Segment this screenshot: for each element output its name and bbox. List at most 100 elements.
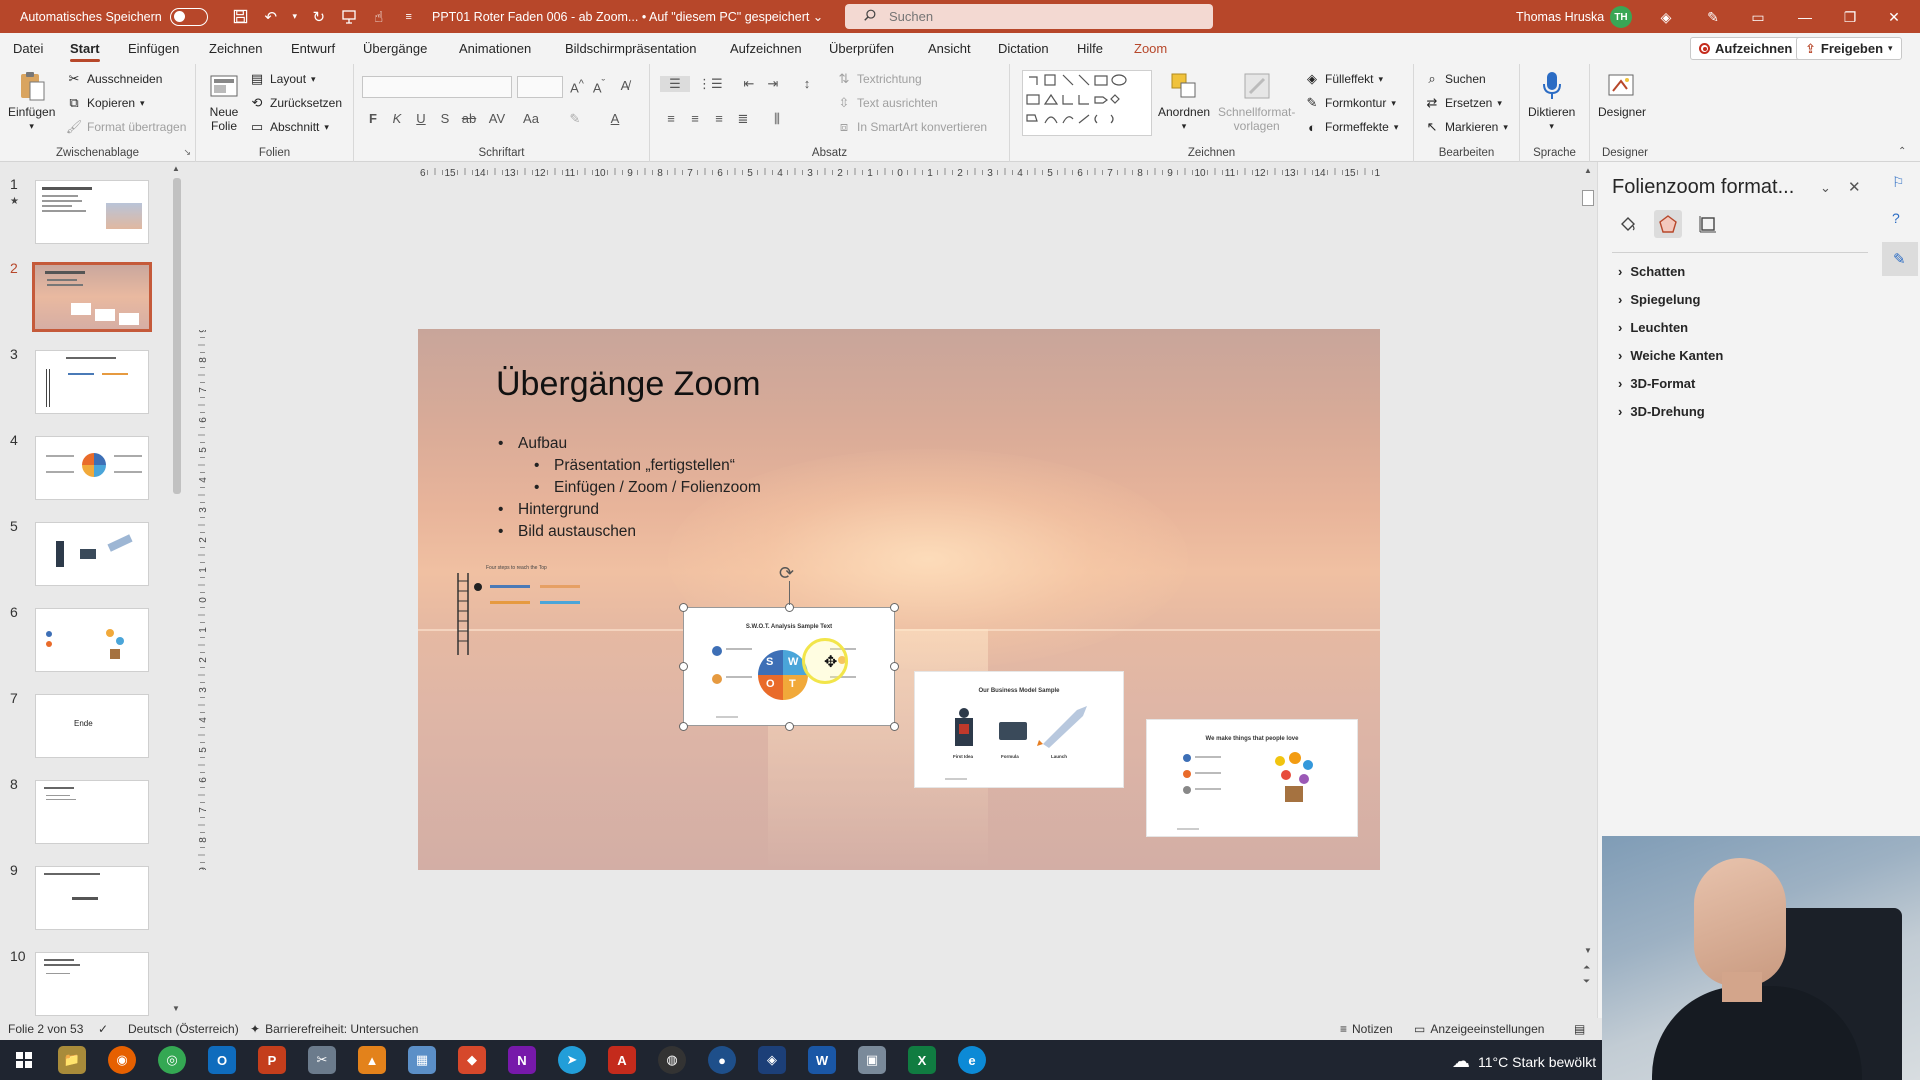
close-icon[interactable]: ✕ bbox=[1884, 7, 1904, 27]
file-explorer-icon[interactable]: 📁 bbox=[58, 1046, 86, 1074]
customize-quickaccess-icon[interactable]: ≡ bbox=[398, 6, 420, 28]
layout-button[interactable]: ▤ Layout ▾ bbox=[249, 71, 316, 87]
undo-dropdown-icon[interactable]: ▾ bbox=[290, 6, 300, 28]
tab-start[interactable]: Start bbox=[70, 41, 100, 62]
underline-icon[interactable]: U bbox=[412, 111, 430, 126]
bullet-3[interactable]: Einfügen / Zoom / Folienzoom bbox=[534, 479, 761, 497]
save-icon[interactable] bbox=[230, 6, 252, 28]
shapes-gallery[interactable] bbox=[1022, 70, 1152, 136]
pane-close-icon[interactable]: ✕ bbox=[1848, 178, 1861, 196]
bullet-1[interactable]: Aufbau bbox=[498, 435, 567, 453]
tab-entwurf[interactable]: Entwurf bbox=[291, 41, 335, 56]
new-slide-button[interactable]: Neue Folie bbox=[208, 70, 240, 133]
tab-einfuegen[interactable]: Einfügen bbox=[128, 41, 179, 56]
format-painter-button[interactable]: 🖌 Format übertragen bbox=[66, 119, 187, 135]
resize-handle-s[interactable] bbox=[785, 722, 794, 731]
increase-indent-icon[interactable]: ⇥ bbox=[764, 76, 782, 92]
format-pane-toggle[interactable]: ✎ bbox=[1882, 242, 1918, 276]
align-right-icon[interactable]: ≡ bbox=[710, 111, 728, 126]
minimize-icon[interactable]: — bbox=[1795, 7, 1815, 27]
tab-animationen[interactable]: Animationen bbox=[459, 41, 531, 56]
chrome-icon[interactable]: ◎ bbox=[158, 1046, 186, 1074]
char-spacing-icon[interactable]: AV bbox=[488, 111, 506, 126]
shape-effects-button[interactable]: ◐ Formeffekte ▾ bbox=[1304, 119, 1398, 135]
accessibility-status[interactable]: ✦ Barrierefreiheit: Untersuchen bbox=[250, 1022, 418, 1036]
bullet-2[interactable]: Präsentation „fertigstellen“ bbox=[534, 457, 735, 475]
slide-scrollbar[interactable]: ▲ ▼ ⏶ ⏷ bbox=[1580, 162, 1596, 1018]
bullet-4[interactable]: Hintergrund bbox=[498, 501, 599, 519]
zoom-card-swot[interactable]: S.W.O.T. Analysis Sample Text S W O T ✥ bbox=[683, 607, 895, 726]
bold-icon[interactable]: F bbox=[364, 111, 382, 126]
quick-styles-button[interactable]: Schnellformat- vorlagen bbox=[1218, 70, 1295, 133]
pen-icon[interactable]: ✎ bbox=[1703, 7, 1723, 27]
thumbnail-slide-5[interactable] bbox=[35, 522, 149, 586]
search-input[interactable] bbox=[889, 9, 1169, 24]
font-color-icon[interactable]: A bbox=[606, 111, 624, 126]
copy-button[interactable]: ⧉ Kopieren ▾ bbox=[66, 95, 144, 111]
resize-handle-e[interactable] bbox=[890, 662, 899, 671]
prev-slide-icon[interactable]: ⏶ bbox=[1583, 962, 1590, 973]
thumbnail-slide-9[interactable] bbox=[35, 866, 149, 930]
slide-scroll-thumb[interactable] bbox=[1582, 190, 1594, 206]
find-button[interactable]: ⌕ Suchen bbox=[1424, 71, 1485, 87]
edge-icon[interactable]: e bbox=[958, 1046, 986, 1074]
thumbnail-scrollbar[interactable]: ▲ ▼ bbox=[170, 162, 184, 1018]
resize-handle-ne[interactable] bbox=[890, 603, 899, 612]
size-properties-tab[interactable] bbox=[1694, 210, 1722, 238]
bullet-5[interactable]: Bild austauschen bbox=[498, 523, 636, 541]
tab-datei[interactable]: Datei bbox=[13, 41, 43, 56]
thumbnail-scroll-thumb[interactable] bbox=[173, 178, 181, 494]
dictate-button[interactable]: Diktieren ▾ bbox=[1528, 70, 1575, 133]
decrease-indent-icon[interactable]: ⇤ bbox=[740, 76, 758, 92]
italic-icon[interactable]: K bbox=[388, 111, 406, 126]
clipboard-launcher-icon[interactable]: ↘ bbox=[183, 147, 191, 158]
tab-aufzeichnen[interactable]: Aufzeichnen bbox=[730, 41, 802, 56]
avatar[interactable]: TH bbox=[1610, 6, 1632, 28]
notes-button[interactable]: ≡ Notizen bbox=[1340, 1022, 1393, 1036]
ribbon-display-icon[interactable]: ▭ bbox=[1748, 7, 1768, 27]
app-blue-icon[interactable]: ◈ bbox=[758, 1046, 786, 1074]
word-icon[interactable]: W bbox=[808, 1046, 836, 1074]
restore-icon[interactable]: ❐ bbox=[1840, 7, 1860, 27]
help-icon[interactable]: ? bbox=[1892, 210, 1900, 226]
align-center-icon[interactable]: ≡ bbox=[686, 111, 704, 126]
align-text-button[interactable]: ⇳ Text ausrichten bbox=[836, 95, 938, 111]
change-case-icon[interactable]: Aa bbox=[522, 111, 540, 126]
text-direction-button[interactable]: ⇅ Textrichtung bbox=[836, 71, 922, 87]
acrobat-icon[interactable]: A bbox=[608, 1046, 636, 1074]
resize-handle-w[interactable] bbox=[679, 662, 688, 671]
presentation-start-icon[interactable] bbox=[338, 6, 360, 28]
thumbnail-slide-4[interactable] bbox=[35, 436, 149, 500]
section-3d-format[interactable]: › 3D-Format bbox=[1618, 376, 1695, 391]
tab-bildschirmpraesentation[interactable]: Bildschirmpräsentation bbox=[565, 41, 697, 56]
replace-button[interactable]: ⇄ Ersetzen ▾ bbox=[1424, 95, 1502, 111]
slide-title[interactable]: Übergänge Zoom bbox=[496, 365, 761, 404]
spellcheck-status[interactable]: ✓ bbox=[98, 1022, 108, 1036]
font-family-combo[interactable] bbox=[362, 76, 512, 98]
shrink-font-icon[interactable]: Aˇ bbox=[590, 78, 608, 95]
normal-view-icon[interactable]: ▤ bbox=[1574, 1022, 1585, 1036]
paste-button[interactable]: Einfügen ▾ bbox=[8, 70, 55, 133]
snipping-tool-icon[interactable]: ✂ bbox=[308, 1046, 336, 1074]
resize-handle-se[interactable] bbox=[890, 722, 899, 731]
clear-format-icon[interactable]: A̸ bbox=[616, 78, 634, 93]
smartart-button[interactable]: ⧈ In SmartArt konvertieren bbox=[836, 119, 987, 135]
line-spacing-icon[interactable]: ↕ bbox=[798, 76, 816, 91]
thumbnail-slide-7[interactable]: Ende bbox=[35, 694, 149, 758]
telegram-icon[interactable]: ➤ bbox=[558, 1046, 586, 1074]
slide-scroll-down-icon[interactable]: ▼ bbox=[1584, 946, 1592, 955]
font-size-combo[interactable] bbox=[517, 76, 563, 98]
section-soft-edges[interactable]: › Weiche Kanten bbox=[1618, 348, 1723, 363]
pane-options-chevron-icon[interactable]: ⌄ bbox=[1820, 180, 1831, 196]
windows-start-icon[interactable] bbox=[10, 1046, 38, 1074]
language-status[interactable]: Deutsch (Österreich) bbox=[128, 1022, 239, 1036]
document-title[interactable]: PPT01 Roter Faden 006 - ab Zoom... • Auf… bbox=[432, 9, 823, 24]
reset-button[interactable]: ⟲ Zurücksetzen bbox=[249, 95, 342, 111]
shape-fill-button[interactable]: ◈ Fülleffekt ▾ bbox=[1304, 71, 1383, 87]
user-name[interactable]: Thomas Hruska bbox=[1516, 10, 1604, 24]
section-3d-rotation[interactable]: › 3D-Drehung bbox=[1618, 404, 1705, 419]
zoom-card-ladder[interactable]: Four steps to reach the Top bbox=[454, 565, 604, 657]
app-notes-icon[interactable]: ▦ bbox=[408, 1046, 436, 1074]
zoom-card-people[interactable]: We make things that people love bbox=[1146, 719, 1358, 837]
arrange-button[interactable]: Anordnen ▾ bbox=[1158, 70, 1210, 133]
